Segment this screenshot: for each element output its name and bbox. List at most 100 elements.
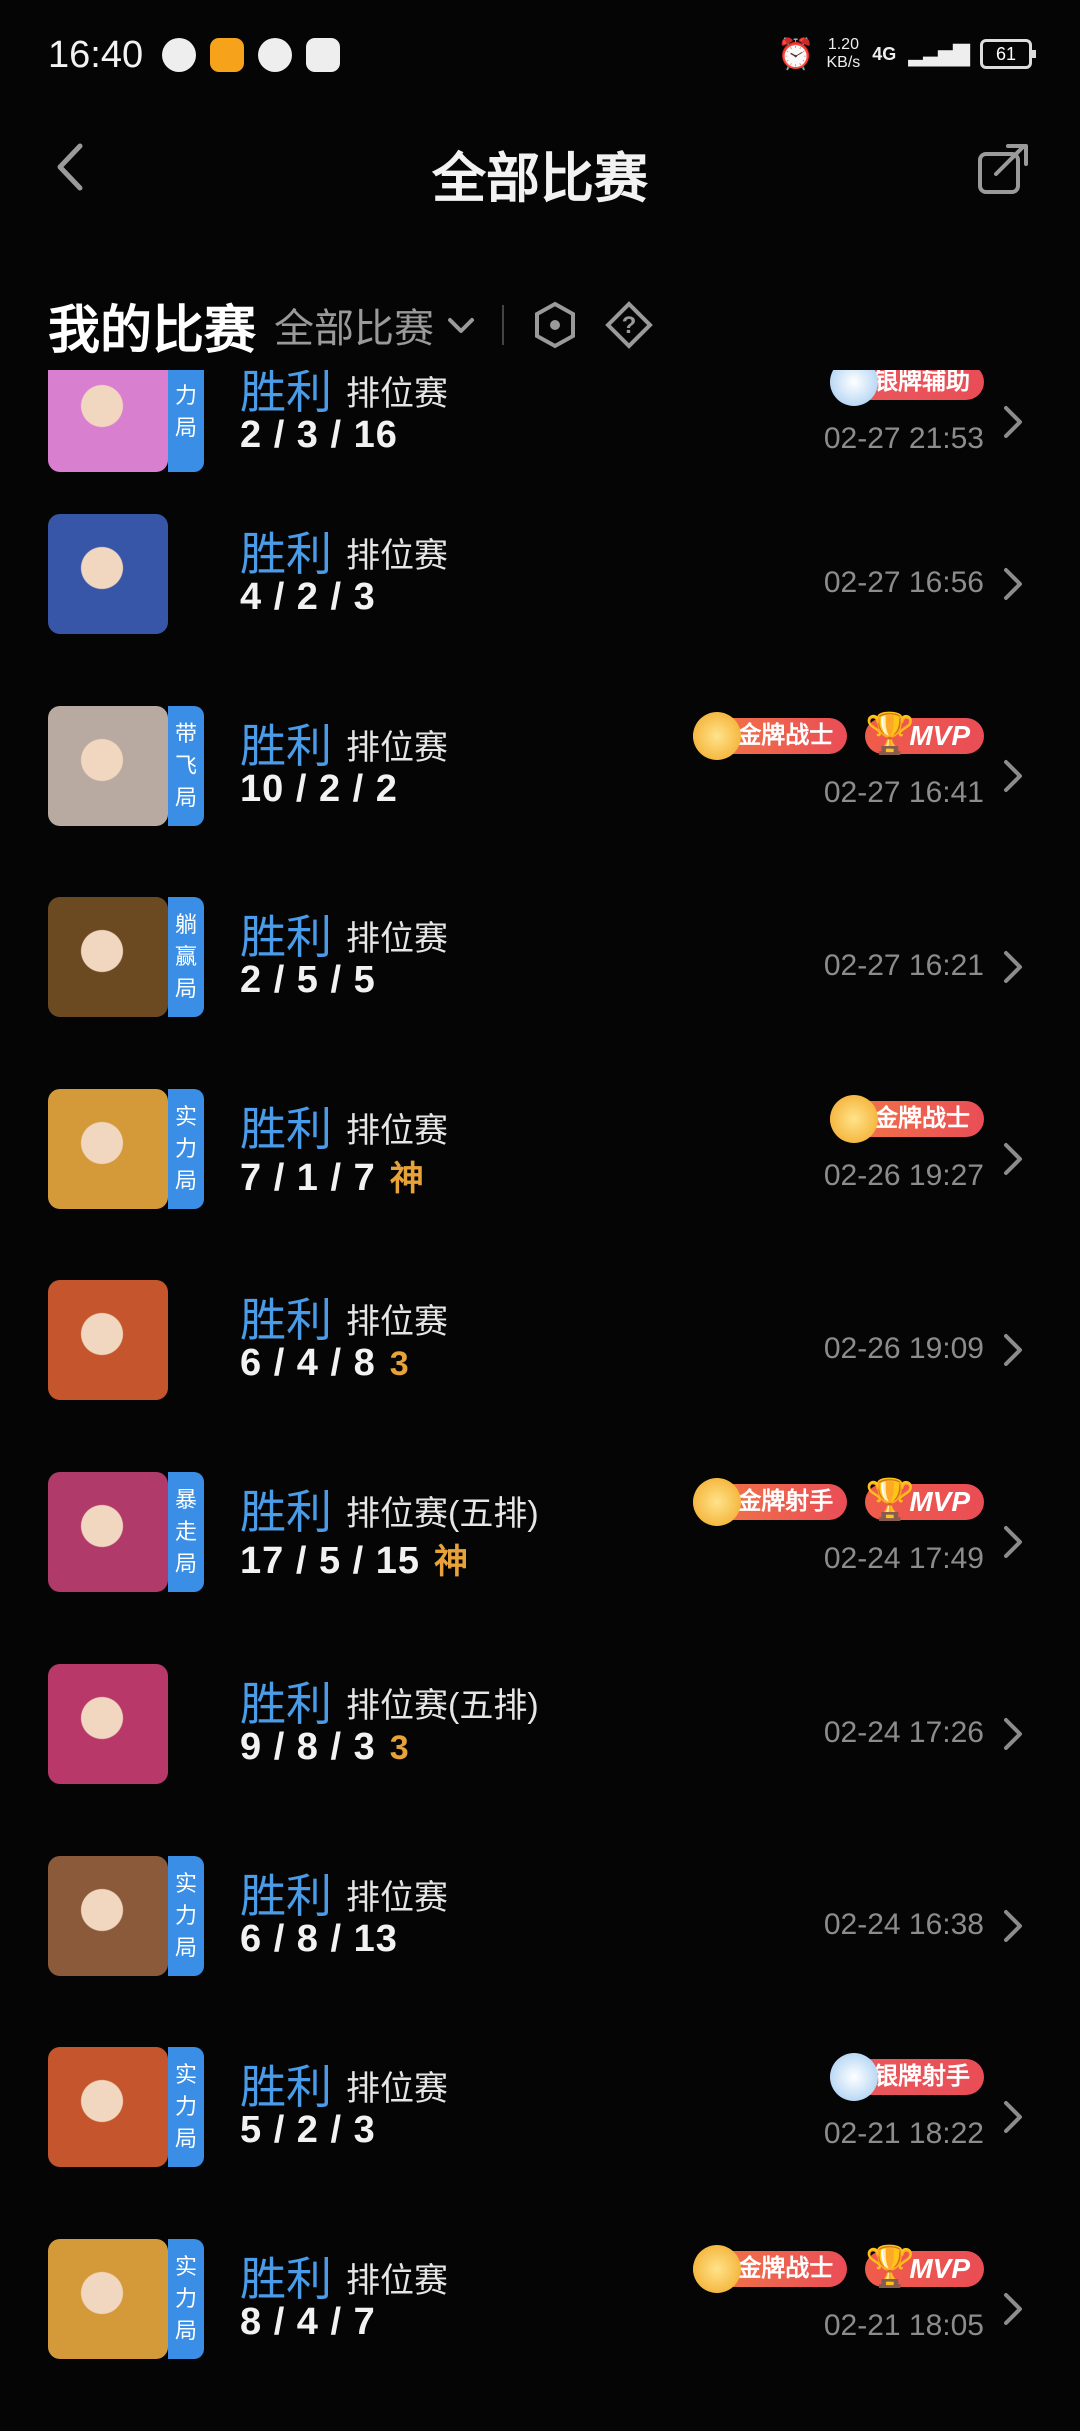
badge-group: 金牌战士 🏆 MVP bbox=[693, 712, 984, 760]
share-icon bbox=[978, 144, 1028, 194]
match-mode: 排位赛 bbox=[346, 375, 448, 413]
hero-portrait bbox=[48, 1856, 168, 1976]
match-time: 02-24 17:49 bbox=[823, 1542, 984, 1575]
kda-value: 17 / 5 / 15 bbox=[240, 1540, 421, 1582]
match-row[interactable]: 实力局胜利 排位赛 6 / 8 / 13 02-24 16:38 bbox=[0, 1856, 1080, 2048]
net-speed-unit: KB/s bbox=[826, 54, 861, 71]
match-kda: 6 / 8 / 13 bbox=[240, 1918, 398, 1961]
kda-value: 2 / 3 / 16 bbox=[240, 414, 398, 456]
chevron-right-icon[interactable] bbox=[1000, 1139, 1028, 1179]
hexagon-settings-icon[interactable] bbox=[530, 300, 580, 350]
help-icon[interactable]: ? bbox=[604, 300, 654, 350]
match-row[interactable]: 实力局胜利 排位赛 7 / 1 / 7 神金牌战士 02-26 19:27 bbox=[0, 1089, 1080, 1281]
match-mode: 排位赛 bbox=[346, 2070, 448, 2108]
chevron-right-icon[interactable] bbox=[1000, 947, 1028, 987]
hero-avatar bbox=[48, 514, 168, 634]
match-type-tag-char: 局 bbox=[174, 1168, 197, 1193]
network-type: 4G bbox=[872, 43, 897, 64]
mvp-badge: 🏆 MVP bbox=[865, 1478, 984, 1522]
match-type-tag: 实力局 bbox=[168, 1856, 204, 1976]
badge-group: 银牌射手 bbox=[830, 2053, 984, 2101]
match-type-tag-char: 力 bbox=[174, 1903, 197, 1928]
match-row[interactable]: 胜利 排位赛 4 / 2 / 3 02-27 16:56 bbox=[0, 514, 1080, 706]
match-time: 02-26 19:27 bbox=[823, 1159, 984, 1192]
match-type-tag-char: 实 bbox=[174, 1104, 197, 1129]
match-result: 胜利 bbox=[240, 1486, 332, 1538]
hero-portrait bbox=[48, 897, 168, 1017]
chevron-right-icon[interactable] bbox=[1000, 1714, 1028, 1754]
chevron-right-icon[interactable] bbox=[1000, 2289, 1028, 2329]
badge-label: 金牌射手 bbox=[737, 1488, 834, 1515]
match-time: 02-27 16:41 bbox=[823, 776, 984, 809]
medal-icon bbox=[830, 1095, 878, 1143]
alarm-icon: ⏰ bbox=[777, 37, 815, 71]
chevron-right-icon[interactable] bbox=[1000, 2097, 1028, 2137]
honor-mark: 3 bbox=[389, 1729, 410, 1767]
match-time: 02-27 16:56 bbox=[823, 566, 984, 599]
svg-text:?: ? bbox=[622, 312, 637, 339]
hero-avatar bbox=[48, 1856, 168, 1976]
match-row[interactable]: 带飞局胜利 排位赛 10 / 2 / 2 金牌战士 🏆 MVP 02-27 16:41 bbox=[0, 706, 1080, 898]
my-matches-title: 我的比赛 bbox=[48, 301, 257, 360]
match-filter-dropdown[interactable]: 全部比赛 bbox=[274, 296, 434, 354]
match-row[interactable]: 暴走局胜利 排位赛(五排) 17 / 5 / 15 神金牌射手 🏆 MVP 02-24 17… bbox=[0, 1472, 1080, 1664]
match-row[interactable]: 胜利 排位赛(五排) 9 / 8 / 3 3 02-24 17:26 bbox=[0, 1664, 1080, 1856]
match-time: 02-26 19:09 bbox=[823, 1332, 984, 1365]
chevron-right-icon[interactable] bbox=[1000, 1522, 1028, 1562]
trophy-icon: 🏆 bbox=[865, 2245, 916, 2289]
match-type-tag: 实力局 bbox=[168, 1089, 204, 1209]
message-icon bbox=[258, 38, 292, 72]
medal-badge: 金牌战士 bbox=[693, 2245, 848, 2293]
match-type-tag-char: 局 bbox=[174, 785, 197, 810]
match-type-tag-char: 力 bbox=[174, 383, 197, 408]
match-kda: 2 / 3 / 16 bbox=[240, 414, 398, 457]
chevron-right-icon[interactable] bbox=[1000, 402, 1028, 442]
match-row[interactable]: 胜利 排位赛 6 / 4 / 8 3 02-26 19:09 bbox=[0, 1280, 1080, 1472]
match-mode: 排位赛 bbox=[346, 1112, 448, 1150]
match-row[interactable]: 实力局胜利 排位赛 5 / 2 / 3 银牌射手 02-21 18:22 bbox=[0, 2047, 1080, 2239]
match-type-tag: 力局 bbox=[168, 352, 204, 472]
chevron-right-icon[interactable] bbox=[1000, 564, 1028, 604]
kda-value: 2 / 5 / 5 bbox=[240, 959, 376, 1001]
vpn-icon bbox=[162, 38, 196, 72]
medal-badge: 金牌战士 bbox=[693, 712, 848, 760]
hero-portrait bbox=[48, 514, 168, 634]
match-mode: 排位赛 bbox=[346, 729, 448, 767]
match-type-tag-char: 躺 bbox=[174, 912, 197, 937]
kda-value: 8 / 4 / 7 bbox=[240, 2301, 376, 2343]
match-kda: 7 / 1 / 7 神 bbox=[240, 1151, 425, 1200]
header: 全部比赛 bbox=[0, 112, 1080, 222]
hero-avatar bbox=[48, 706, 168, 826]
match-result: 胜利 bbox=[240, 1103, 332, 1155]
hero-avatar bbox=[48, 352, 168, 472]
chevron-down-icon[interactable] bbox=[446, 310, 476, 340]
match-row[interactable]: 躺赢局胜利 排位赛 2 / 5 / 5 02-27 16:21 bbox=[0, 897, 1080, 1089]
match-result: 胜利 bbox=[240, 911, 332, 963]
match-type-tag-char: 力 bbox=[174, 1136, 197, 1161]
match-row[interactable]: 实力局胜利 排位赛 8 / 4 / 7 金牌战士 🏆 MVP 02-21 18:05 bbox=[0, 2239, 1080, 2431]
medal-badge: 银牌射手 bbox=[830, 2053, 984, 2101]
kda-value: 9 / 8 / 3 bbox=[240, 1726, 376, 1768]
match-result: 胜利 bbox=[240, 1294, 332, 1346]
match-mode: 排位赛 bbox=[346, 920, 448, 958]
match-type-tag-char: 力 bbox=[174, 2094, 197, 2119]
medal-icon bbox=[693, 2245, 742, 2293]
chevron-right-icon[interactable] bbox=[1000, 1330, 1028, 1370]
chevron-right-icon[interactable] bbox=[1000, 756, 1028, 796]
hero-avatar bbox=[48, 1089, 168, 1209]
kda-value: 6 / 8 / 13 bbox=[240, 1918, 398, 1960]
match-mode: 排位赛 bbox=[346, 1303, 448, 1341]
status-time: 16:40 bbox=[48, 34, 144, 76]
match-type-tag-char: 力 bbox=[174, 2286, 197, 2311]
medal-badge: 金牌战士 bbox=[830, 1095, 984, 1143]
hero-portrait bbox=[48, 706, 168, 826]
match-result: 胜利 bbox=[240, 528, 332, 580]
medal-icon bbox=[693, 712, 742, 760]
hero-portrait bbox=[48, 1089, 168, 1209]
chevron-right-icon[interactable] bbox=[1000, 1906, 1028, 1946]
hero-avatar bbox=[48, 2047, 168, 2167]
match-type-tag: 实力局 bbox=[168, 2239, 204, 2359]
share-button[interactable] bbox=[974, 138, 1034, 198]
match-type-tag: 实力局 bbox=[168, 2047, 204, 2167]
hero-avatar bbox=[48, 1280, 168, 1400]
